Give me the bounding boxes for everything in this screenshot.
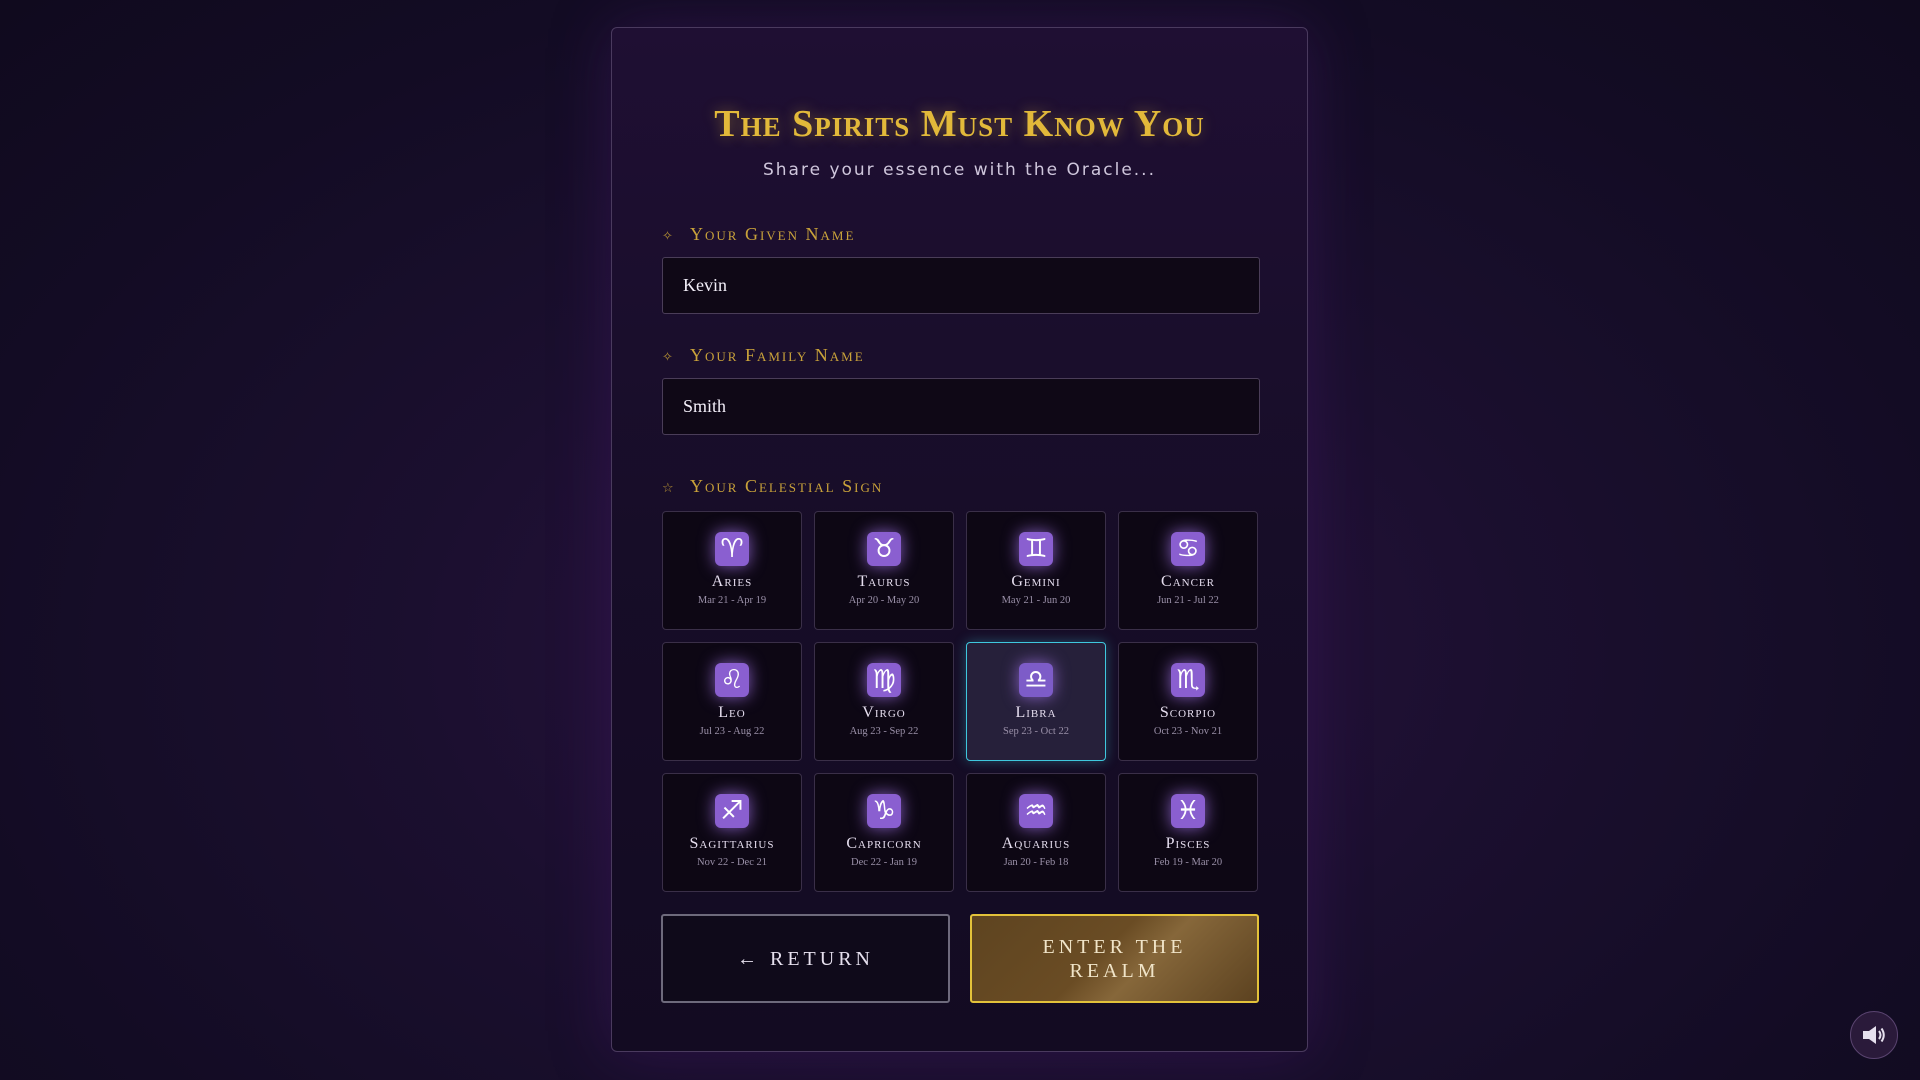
sign-card-aries[interactable]: ♈ Aries Mar 21 - Apr 19	[662, 511, 802, 630]
diamond-sparkle-icon: ✧	[662, 350, 675, 365]
sign-name: Scorpio	[1159, 704, 1217, 721]
sign-card-aquarius[interactable]: ♒ Aquarius Jan 20 - Feb 18	[966, 773, 1106, 892]
oracle-form-panel: The Spirits Must Know You Share your ess…	[611, 27, 1308, 1052]
given-name-label: ✧ Your Given Name	[662, 224, 855, 245]
sign-card-gemini[interactable]: ♊ Gemini May 21 - Jun 20	[966, 511, 1106, 630]
sign-name: Taurus	[857, 573, 911, 590]
return-button[interactable]: ← RETURN	[661, 914, 950, 1003]
sign-name: Capricorn	[846, 835, 922, 852]
sign-dates: Jan 20 - Feb 18	[1003, 857, 1069, 868]
sign-dates: Oct 23 - Nov 21	[1153, 726, 1223, 737]
aquarius-icon: ♒	[1019, 794, 1053, 828]
capricorn-icon: ♑	[867, 794, 901, 828]
sign-name: Pisces	[1165, 835, 1211, 852]
sign-card-cancer[interactable]: ♋ Cancer Jun 21 - Jul 22	[1118, 511, 1258, 630]
zodiac-sign-grid: ♈ Aries Mar 21 - Apr 19 ♉ Taurus Apr 20 …	[662, 511, 1260, 892]
sign-card-pisces[interactable]: ♓ Pisces Feb 19 - Mar 20	[1118, 773, 1258, 892]
given-name-input[interactable]	[662, 257, 1260, 314]
pisces-icon: ♓	[1171, 794, 1205, 828]
sign-dates: Apr 20 - May 20	[848, 595, 920, 606]
sign-dates: Nov 22 - Dec 21	[697, 857, 767, 868]
cancer-icon: ♋	[1171, 532, 1205, 566]
libra-icon: ♎	[1019, 663, 1053, 697]
sign-dates: Jun 21 - Jul 22	[1157, 595, 1219, 606]
sign-card-scorpio[interactable]: ♏ Scorpio Oct 23 - Nov 21	[1118, 642, 1258, 761]
sign-card-sagittarius[interactable]: ♐ Sagittarius Nov 22 - Dec 21	[662, 773, 802, 892]
sign-dates: Feb 19 - Mar 20	[1153, 857, 1223, 868]
celestial-sign-label: ☆ Your Celestial Sign	[662, 476, 883, 497]
sign-card-leo[interactable]: ♌ Leo Jul 23 - Aug 22	[662, 642, 802, 761]
sign-dates: May 21 - Jun 20	[1001, 595, 1071, 606]
aries-icon: ♈	[715, 532, 749, 566]
sign-name: Leo	[718, 704, 746, 721]
given-name-label-text: Your Given Name	[690, 224, 856, 244]
sign-card-taurus[interactable]: ♉ Taurus Apr 20 - May 20	[814, 511, 954, 630]
sign-dates: Jul 23 - Aug 22	[699, 726, 765, 737]
sign-dates: Sep 23 - Oct 22	[1003, 726, 1069, 737]
page-title: The Spirits Must Know You	[714, 103, 1205, 145]
sign-name: Sagittarius	[689, 835, 775, 852]
sign-card-capricorn[interactable]: ♑ Capricorn Dec 22 - Jan 19	[814, 773, 954, 892]
family-name-label: ✧ Your Family Name	[662, 345, 865, 366]
sign-name: Cancer	[1161, 573, 1215, 590]
sign-name: Gemini	[1011, 573, 1061, 590]
sign-dates: Mar 21 - Apr 19	[697, 595, 767, 606]
virgo-icon: ♍	[867, 663, 901, 697]
page-subtitle: Share your essence with the Oracle...	[762, 160, 1156, 180]
taurus-icon: ♉	[867, 532, 901, 566]
sign-name: Virgo	[862, 704, 906, 721]
sign-card-virgo[interactable]: ♍ Virgo Aug 23 - Sep 22	[814, 642, 954, 761]
sign-card-libra[interactable]: ♎ Libra Sep 23 - Oct 22	[966, 642, 1106, 761]
family-name-label-text: Your Family Name	[690, 345, 865, 365]
scorpio-icon: ♏	[1171, 663, 1205, 697]
sound-toggle-button[interactable]	[1850, 1011, 1898, 1059]
star-outline-icon: ☆	[662, 481, 676, 496]
sign-dates: Dec 22 - Jan 19	[851, 857, 917, 868]
celestial-sign-label-text: Your Celestial Sign	[690, 476, 884, 496]
diamond-sparkle-icon: ✧	[662, 229, 675, 244]
sign-dates: Aug 23 - Sep 22	[849, 726, 919, 737]
sign-name: Aquarius	[1001, 835, 1071, 852]
leo-icon: ♌	[715, 663, 749, 697]
sign-name: Libra	[1015, 704, 1057, 721]
family-name-input[interactable]	[662, 378, 1260, 435]
sign-name: Aries	[711, 573, 753, 590]
sagittarius-icon: ♐	[715, 794, 749, 828]
gemini-icon: ♊	[1019, 532, 1053, 566]
speaker-volume-icon	[1863, 1026, 1885, 1044]
enter-realm-button[interactable]: ENTER THE REALM	[970, 914, 1259, 1003]
